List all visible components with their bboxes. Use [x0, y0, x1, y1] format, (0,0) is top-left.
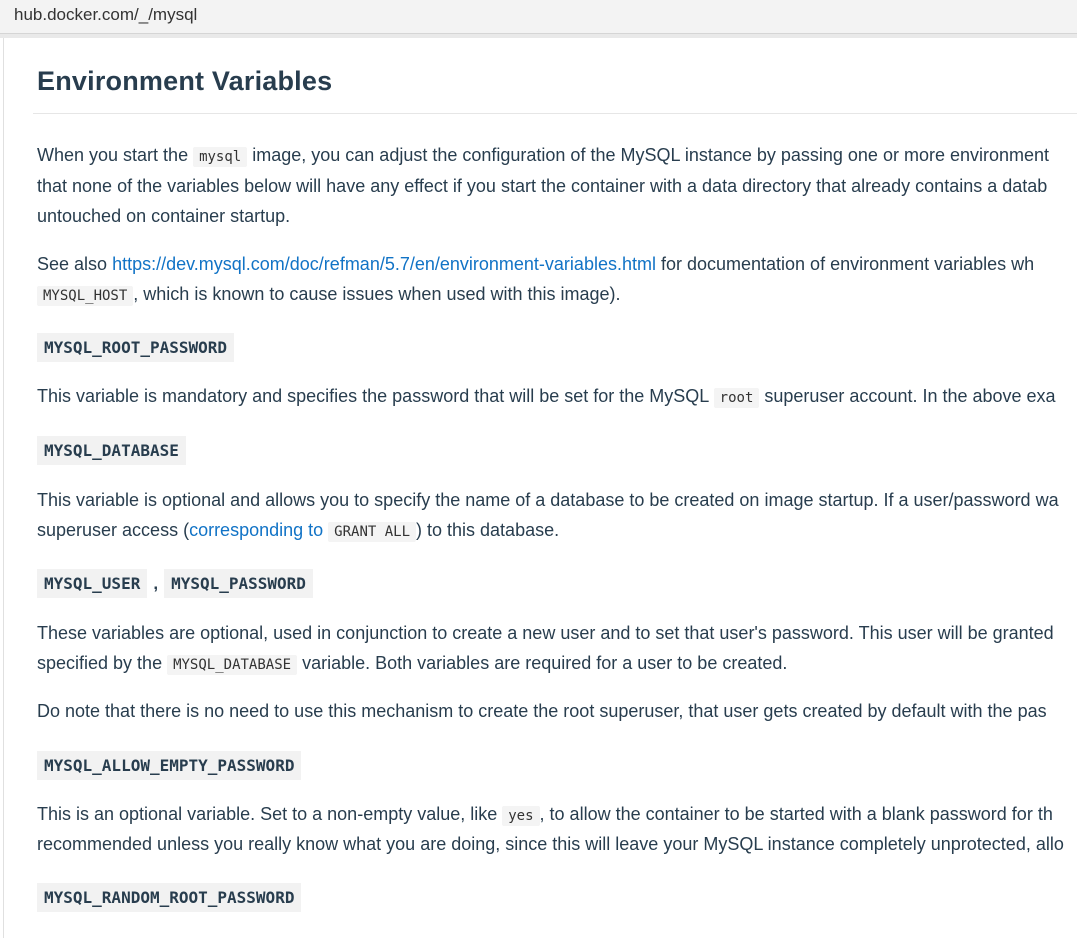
heading-mysql-user: MYSQL_USER — [37, 569, 148, 598]
intro-line-1: When you start the mysql image, you can … — [37, 145, 1050, 167]
heading-mysql-database: MYSQL_DATABASE — [37, 436, 186, 465]
title-divider — [33, 113, 1077, 114]
code-mysql: mysql — [193, 147, 248, 167]
heading-separator: , — [153, 574, 159, 593]
address-bar[interactable]: hub.docker.com/_/mysql — [0, 0, 1077, 34]
code-mysql-database: MYSQL_DATABASE — [167, 655, 298, 675]
content-card — [3, 38, 1077, 938]
allow-empty-desc-line-2: recommended unless you really know what … — [37, 834, 1064, 854]
intro-line-2: that none of the variables below will ha… — [37, 176, 1048, 196]
code-mysql-host: MYSQL_HOST — [37, 286, 134, 306]
intro-line-3: untouched on container startup. — [37, 206, 291, 226]
root-password-desc: This variable is mandatory and specifies… — [37, 386, 1056, 408]
heading-mysql-random-root-password: MYSQL_RANDOM_ROOT_PASSWORD — [37, 883, 302, 912]
section-title: Environment Variables — [37, 66, 333, 96]
mysql-docs-link[interactable]: https://dev.mysql.com/doc/refman/5.7/en/… — [112, 254, 656, 274]
user-note: Do note that there is no need to use thi… — [37, 701, 1047, 721]
user-desc-line-2: specified by the MYSQL_DATABASE variable… — [37, 653, 788, 675]
user-desc-line-1: These variables are optional, used in co… — [37, 623, 1054, 643]
url-text[interactable]: hub.docker.com/_/mysql — [14, 5, 197, 25]
database-desc-line-1: This variable is optional and allows you… — [37, 490, 1059, 510]
database-desc-line-2: superuser access (corresponding to GRANT… — [37, 520, 560, 542]
heading-mysql-password: MYSQL_PASSWORD — [164, 569, 313, 598]
heading-mysql-user-password: MYSQL_USER, MYSQL_PASSWORD — [37, 569, 313, 598]
code-yes: yes — [502, 806, 540, 826]
see-also-line-2: MYSQL_HOST, which is known to cause issu… — [37, 284, 621, 306]
allow-empty-desc-line-1: This is an optional variable. Set to a n… — [37, 804, 1053, 826]
corresponding-to-link[interactable]: corresponding to — [189, 520, 328, 540]
heading-mysql-root-password: MYSQL_ROOT_PASSWORD — [37, 333, 235, 362]
heading-mysql-allow-empty-password: MYSQL_ALLOW_EMPTY_PASSWORD — [37, 751, 302, 780]
code-grant-all: GRANT ALL — [328, 522, 417, 542]
see-also-line-1: See also https://dev.mysql.com/doc/refma… — [37, 254, 1035, 274]
code-root: root — [713, 388, 760, 408]
